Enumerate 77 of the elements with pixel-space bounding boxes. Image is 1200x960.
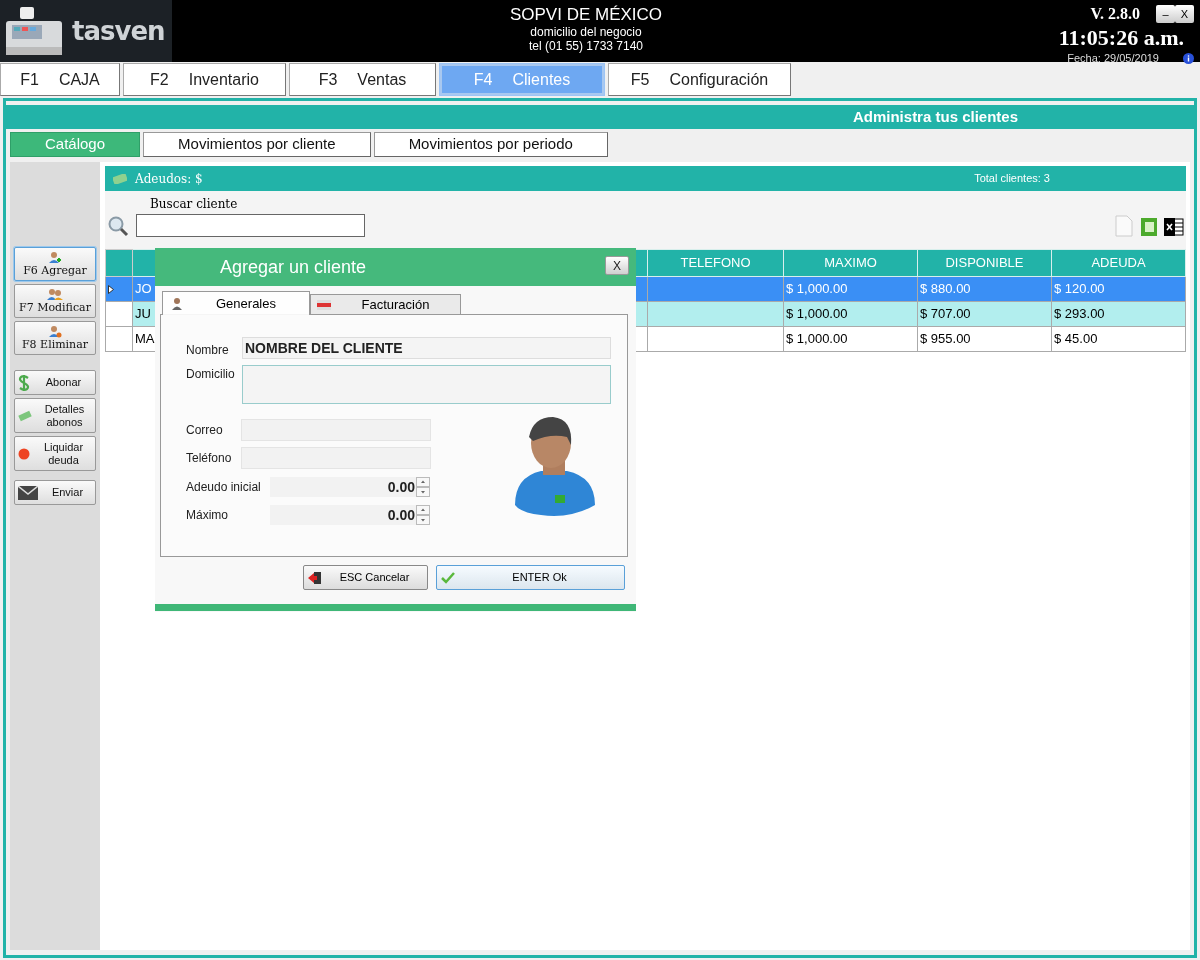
field-label: Correo bbox=[186, 422, 224, 439]
spinner-icon[interactable] bbox=[416, 505, 430, 525]
address-field[interactable] bbox=[242, 365, 611, 404]
logo-text: tasven bbox=[72, 14, 165, 48]
banknote-icon bbox=[18, 409, 32, 422]
sidebar-button[interactable]: Abonar bbox=[14, 370, 96, 395]
close-button[interactable]: X bbox=[1175, 5, 1194, 23]
table-cell: $ 293.00 bbox=[1054, 306, 1105, 322]
dialog-title: Agregar un cliente bbox=[220, 255, 367, 279]
table-cell: $ 1,000.00 bbox=[786, 306, 848, 322]
row-pointer-icon bbox=[108, 284, 114, 294]
person-remove-icon bbox=[48, 325, 62, 338]
sidebar-button[interactable]: Liquidar deuda bbox=[14, 436, 96, 471]
close-button[interactable]: X bbox=[605, 256, 629, 275]
column-header: ADEUDA bbox=[1051, 249, 1186, 277]
table-cell: $ 707.00 bbox=[920, 306, 971, 322]
pdf-icon bbox=[317, 299, 331, 310]
debts-label: Adeudos: $ bbox=[135, 170, 203, 188]
menu-tab[interactable]: F3 Ventas bbox=[289, 63, 436, 96]
minimize-button[interactable]: – bbox=[1156, 5, 1175, 23]
table-cell: $ 45.00 bbox=[1054, 331, 1098, 347]
table-cell: $ 880.00 bbox=[920, 281, 971, 297]
table-cell: MA bbox=[135, 331, 155, 347]
table-cell: $ 955.00 bbox=[920, 331, 971, 347]
sidebar-button[interactable]: F8 Eliminar bbox=[14, 321, 96, 355]
spinner-icon[interactable] bbox=[416, 477, 430, 497]
field-label: Adeudo inicial bbox=[186, 479, 262, 496]
menu-tab[interactable]: F5 Configuración bbox=[608, 63, 791, 96]
field-label: Domicilio bbox=[186, 366, 236, 383]
maximum-field[interactable]: 0.00 bbox=[270, 505, 430, 525]
field-label: Máximo bbox=[186, 507, 229, 524]
sidebar-button[interactable]: Enviar bbox=[14, 480, 96, 505]
panel-header: Administra tus clientes bbox=[6, 105, 1194, 129]
menu-tab[interactable]: F2 Inventario bbox=[123, 63, 286, 96]
date-label: Fecha: 29/05/2019 bbox=[1067, 51, 1159, 66]
initial-debt-field[interactable]: 0.00 bbox=[270, 477, 430, 497]
name-field[interactable]: NOMBRE DEL CLIENTE bbox=[242, 337, 611, 359]
table-cell: $ 1,000.00 bbox=[786, 331, 848, 347]
client-count: Total clientes: 3 bbox=[974, 171, 1050, 187]
ok-button[interactable]: ENTER Ok bbox=[436, 565, 625, 590]
sidebar-button[interactable]: Detalles abonos bbox=[14, 398, 96, 433]
cash-register-icon bbox=[6, 5, 64, 57]
ball-icon bbox=[18, 447, 30, 460]
search-field[interactable] bbox=[136, 214, 365, 237]
section-tab[interactable]: Movimientos por cliente bbox=[143, 132, 371, 157]
table-cell: JU bbox=[135, 306, 151, 322]
two-people-icon bbox=[47, 288, 63, 301]
sidebar-button[interactable]: F6 Agregar bbox=[14, 247, 96, 281]
table-cell: $ 1,000.00 bbox=[786, 281, 848, 297]
sidebar-button[interactable]: F7 Modificar bbox=[14, 284, 96, 318]
dollar-icon bbox=[18, 373, 30, 392]
envelope-icon bbox=[18, 485, 38, 500]
cancel-button[interactable]: ESC Cancelar bbox=[303, 565, 428, 590]
column-header: DISPONIBLE bbox=[917, 249, 1052, 277]
dialog-tab[interactable]: Generales bbox=[162, 291, 310, 315]
spreadsheet-icon[interactable] bbox=[1164, 217, 1184, 237]
table-cell: $ 120.00 bbox=[1054, 281, 1105, 297]
business-address: domicilio del negocio bbox=[530, 25, 642, 39]
menu-tab[interactable]: F1 CAJA bbox=[0, 63, 120, 96]
section-tab[interactable]: Movimientos por periodo bbox=[373, 132, 608, 157]
field-label: Teléfono bbox=[186, 450, 233, 467]
column-header: TELEFONO bbox=[647, 249, 784, 277]
table-cell: JO bbox=[135, 281, 152, 297]
person-add-icon bbox=[48, 251, 62, 264]
banknote-icon bbox=[113, 173, 127, 184]
dialog-tab[interactable]: Facturación bbox=[310, 294, 461, 315]
checkmark-icon bbox=[441, 571, 455, 584]
info-icon[interactable] bbox=[1183, 52, 1194, 64]
business-phone: tel (01 55) 1733 7140 bbox=[528, 39, 644, 53]
exit-icon bbox=[308, 570, 322, 585]
version-label: V. 2.8.0 bbox=[1090, 4, 1140, 24]
search-icon[interactable] bbox=[107, 215, 129, 237]
business-name: SOPVI DE MÉXICO bbox=[509, 5, 663, 25]
person-icon bbox=[171, 296, 183, 311]
clock-time: 11:05:26 a.m. bbox=[1058, 26, 1185, 50]
search-label: Buscar cliente bbox=[150, 196, 239, 213]
column-header: MAXIMO bbox=[783, 249, 918, 277]
